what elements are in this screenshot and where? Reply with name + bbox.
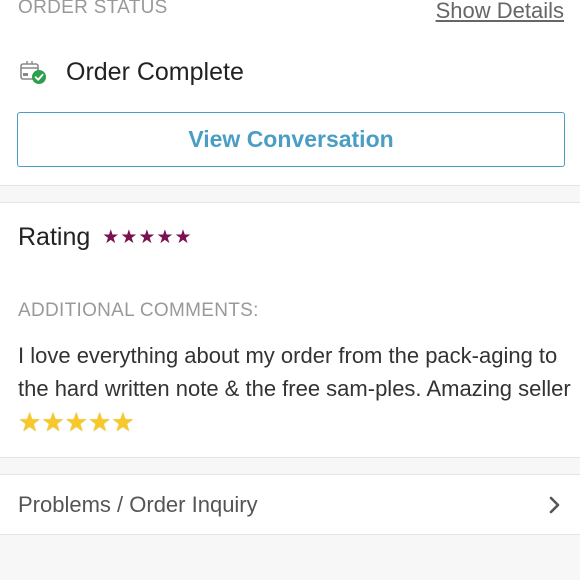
additional-comments-heading: ADDITIONAL COMMENTS: [18,300,259,321]
rating-stars: ★ ★ ★ ★ ★ [102,228,192,247]
star-emoji-icon: ★ [111,407,135,437]
rating-label: Rating [18,223,91,251]
star-icon: ★ [174,227,192,248]
order-status-heading: ORDER STATUS [18,0,168,18]
inquiry-label: Problems / Order Inquiry [18,491,258,517]
section-divider [0,457,580,475]
rating-row: Rating ★ ★ ★ ★ ★ [18,223,193,252]
star-emoji-icon: ★ [64,407,88,437]
star-emoji-icon: ★ [87,407,112,437]
star-icon: ★ [156,227,174,248]
order-status-text: Order Complete [66,57,244,86]
order-status-row: Order Complete [18,55,244,89]
star-emoji-icon: ★ [41,407,65,437]
view-conversation-button[interactable]: View Conversation [17,112,565,167]
star-icon: ★ [102,227,120,248]
star-icon: ★ [138,227,156,248]
comment-body: I love everything about my order from th… [18,339,578,438]
problems-order-inquiry-row[interactable]: Problems / Order Inquiry [0,475,580,535]
star-emoji-icon: ★ [18,407,42,437]
comment-text: I love everything about my order from th… [18,343,571,401]
star-icon: ★ [120,227,138,248]
order-status-section: ORDER STATUS Show Details Order Complete… [0,0,580,185]
chevron-right-icon [546,495,564,515]
rating-section: Rating ★ ★ ★ ★ ★ ADDITIONAL COMMENTS: I … [0,203,580,457]
section-divider [0,185,580,203]
show-details-link[interactable]: Show Details [436,0,564,24]
page-bottom-background [0,535,580,580]
package-check-icon [18,57,48,87]
